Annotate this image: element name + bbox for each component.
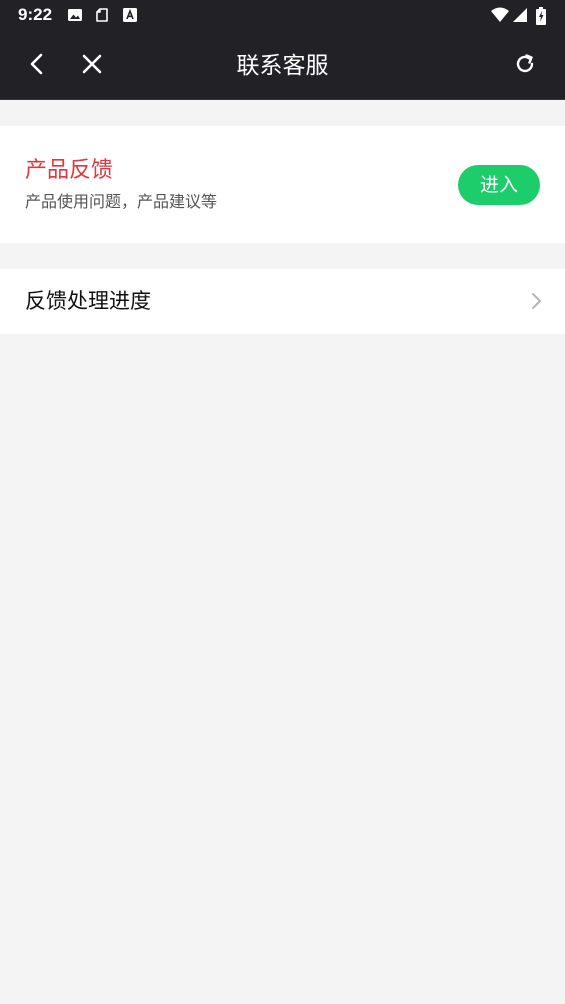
cell-signal-icon	[512, 7, 528, 23]
clipboard-icon	[95, 7, 111, 23]
status-bar: 9:22	[0, 0, 565, 31]
feedback-progress-row[interactable]: 反馈处理进度	[0, 269, 565, 334]
feedback-progress-label: 反馈处理进度	[25, 289, 151, 313]
feedback-subtitle: 产品使用问题，产品建议等	[25, 192, 218, 211]
product-feedback-card: 产品反馈 产品使用问题，产品建议等 进入	[0, 126, 565, 243]
page-title: 联系客服	[236, 53, 329, 79]
a-box-icon	[122, 7, 138, 23]
battery-charging-icon	[536, 7, 546, 25]
feedback-title: 产品反馈	[25, 158, 114, 183]
nav-bar: 联系客服	[0, 31, 565, 100]
image-icon	[67, 7, 83, 23]
enter-button[interactable]: 进入	[458, 165, 540, 205]
wifi-icon	[491, 7, 509, 23]
refresh-button[interactable]	[508, 49, 542, 83]
status-time: 9:22	[18, 5, 53, 24]
chevron-right-icon	[528, 291, 544, 311]
refresh-icon	[514, 53, 536, 79]
